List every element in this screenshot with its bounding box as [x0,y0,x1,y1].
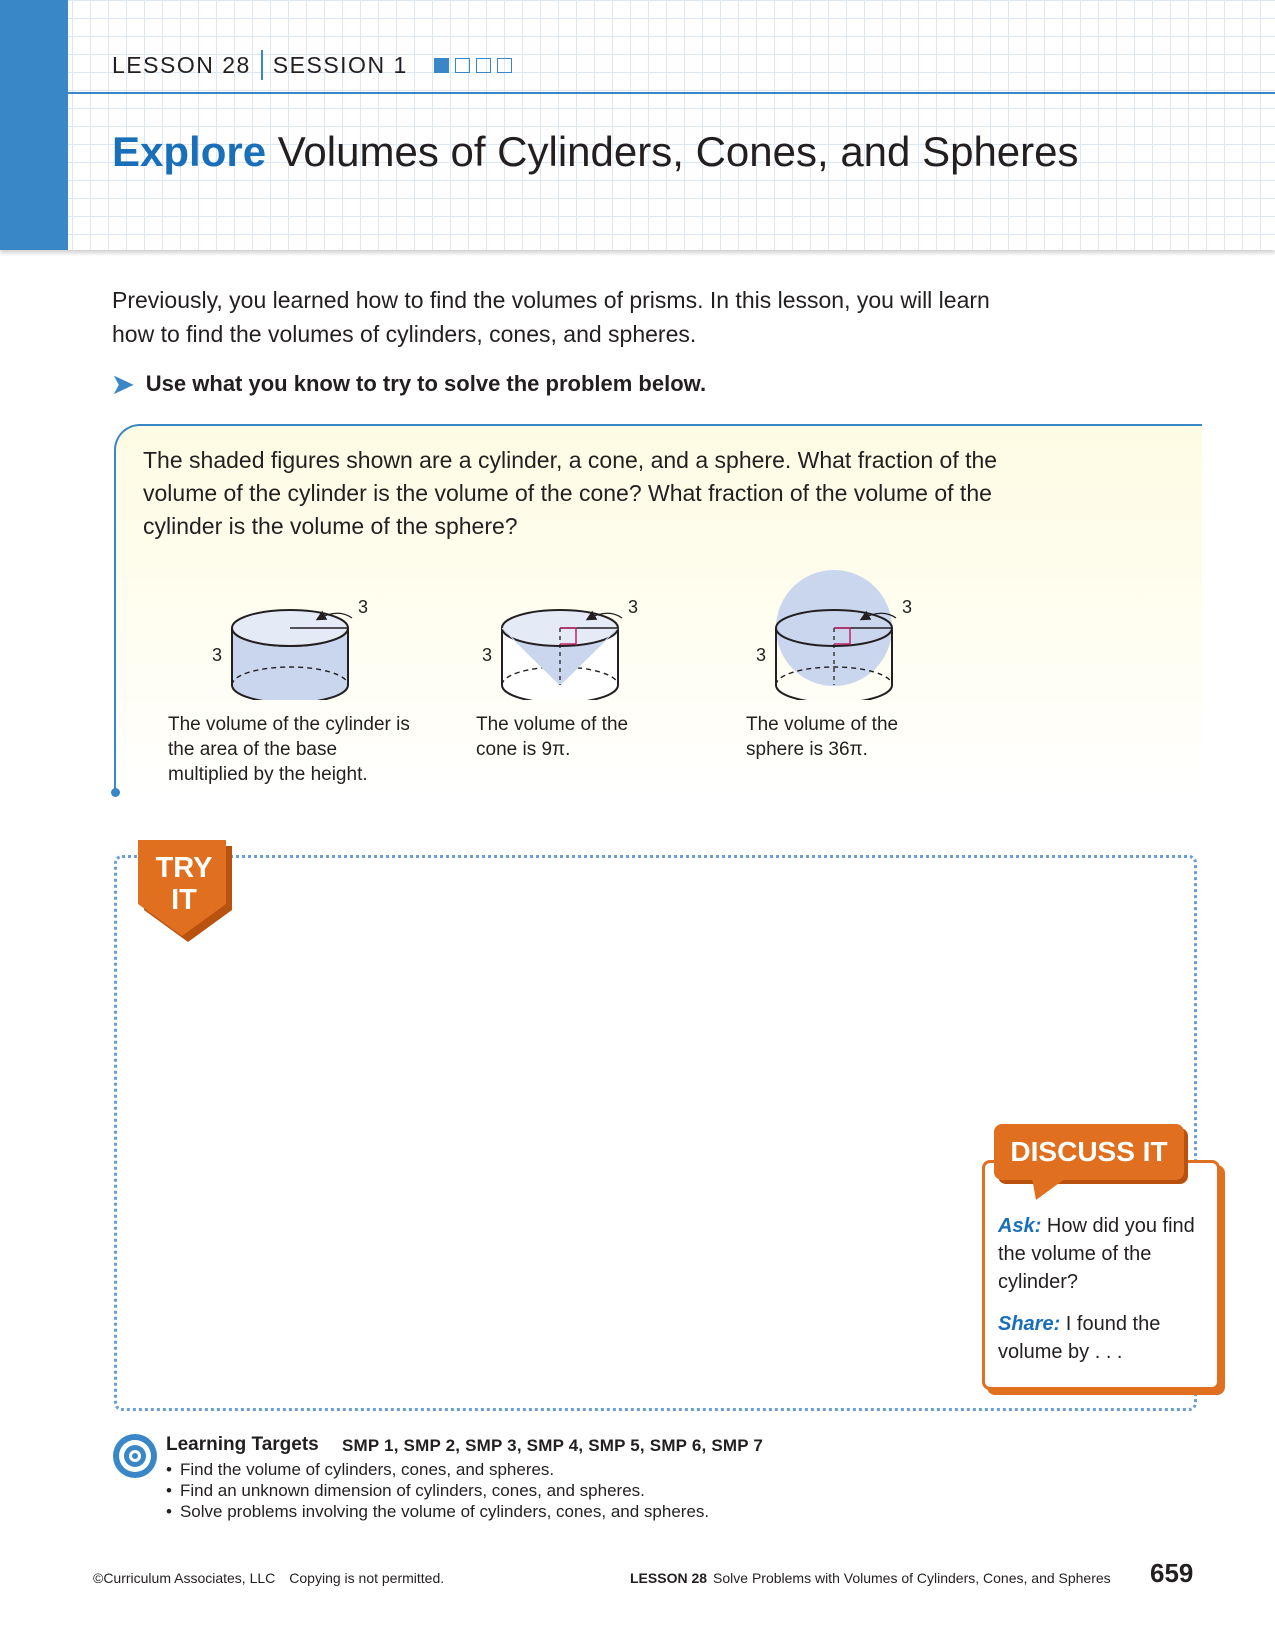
cone-caption: The volume of the cone is 9π. [476,714,629,760]
footer-lesson-title: Solve Problems with Volumes of Cylinders… [713,1570,1111,1586]
lesson-session-line: LESSON 28 SESSION 1 [112,50,512,80]
lesson-separator [260,50,263,80]
learning-targets-list: Find the volume of cylinders, cones, and… [166,1459,709,1522]
instruction-line: ➤ Use what you know to try to solve the … [112,371,706,397]
list-item: Find the volume of cylinders, cones, and… [166,1459,709,1480]
discuss-share: Share: I found the volume by . . . [998,1310,1208,1366]
ask-label: Ask: [998,1215,1042,1237]
cone-radius-label: 3 [628,597,638,617]
sphere-height-label: 3 [756,645,766,665]
cylinder-radius-label: 3 [358,597,368,617]
try-it-line-2: IT [171,884,197,916]
sphere-figure: 3 3 [756,570,912,700]
figures-illustration: 3 3 3 3 3 3 [212,570,912,700]
footer-copyright: ©Curriculum Associates, LLC Copying is no… [93,1570,444,1586]
lesson-color-bar [0,0,68,250]
arrow-icon: ➤ [112,369,134,399]
intro-paragraph: Previously, you learned how to find the … [112,287,990,347]
page-number: 659 [1150,1558,1194,1588]
target-icon [113,1434,157,1478]
copyright-text: ©Curriculum Associates, LLC [93,1570,276,1586]
lesson-label: LESSON 28 [112,51,251,78]
problem-text: The shaded figures shown are a cylinder,… [143,447,998,539]
progress-square-4 [496,57,512,73]
learning-targets-smp: SMP 1, SMP 2, SMP 3, SMP 4, SMP 5, SMP 6… [342,1436,764,1455]
try-it-label: TRY IT [143,852,225,916]
cone-height-label: 3 [482,645,492,665]
title-keyword: Explore [112,128,267,175]
discuss-ask: Ask: How did you find the volume of the … [998,1212,1208,1296]
title-text: Volumes of Cylinders, Cones, and Spheres [266,128,1079,175]
footer-lesson-label: LESSON 28 [630,1570,708,1586]
header-grid-band [0,0,1275,250]
cylinder-caption: The volume of the cylinder is the area o… [168,714,410,785]
page-title: Explore Volumes of Cylinders, Cones, and… [112,128,1079,176]
progress-square-1 [433,57,449,73]
header-rule [68,92,1275,94]
list-item: Solve problems involving the volume of c… [166,1501,709,1522]
progress-square-2 [454,57,470,73]
speech-tail-icon [1032,1178,1066,1200]
sphere-radius-label: 3 [902,597,912,617]
problem-box-end-dot [111,788,120,797]
footer-lesson: LESSON 28 Solve Problems with Volumes of … [630,1570,1111,1586]
share-label: Share: [998,1313,1061,1335]
learning-targets-title: Learning Targets [166,1434,319,1455]
list-item: Find an unknown dimension of cylinders, … [166,1480,709,1501]
discuss-it-title: DISCUSS IT [994,1124,1184,1180]
session-progress [433,57,512,73]
copy-notice: Copying is not permitted. [289,1570,445,1586]
sphere-caption: The volume of the sphere is 36π. [746,714,899,760]
cylinder-height-label: 3 [212,645,222,665]
try-it-line-1: TRY [155,852,213,884]
cylinder-figure: 3 3 [212,597,368,700]
instruction-text: Use what you know to try to solve the pr… [145,371,707,396]
progress-square-3 [475,57,491,73]
discuss-it-body: Ask: How did you find the volume of the … [998,1212,1208,1380]
cone-figure: 3 3 [482,597,638,700]
session-label: SESSION 1 [272,51,408,78]
